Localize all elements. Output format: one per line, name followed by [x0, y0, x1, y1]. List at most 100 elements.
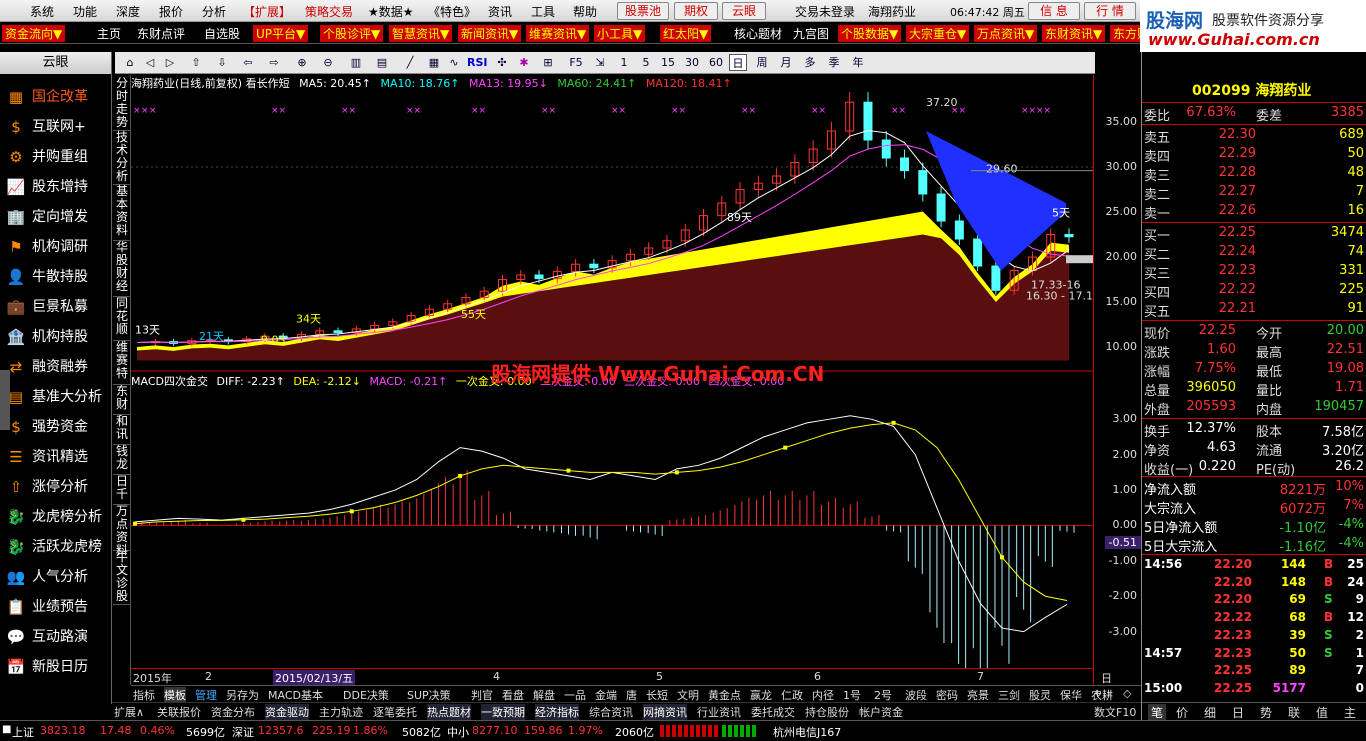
period-multi[interactable]: 多: [801, 54, 819, 71]
login-status[interactable]: 交易未登录: [795, 3, 855, 20]
indicator-tab-7[interactable]: SUP决策: [407, 687, 451, 703]
sidebar-item-14[interactable]: ⇧ 涨停分析: [6, 474, 110, 500]
quote-tab-6[interactable]: 联: [1288, 704, 1300, 721]
vtab-4[interactable]: 华股财经: [113, 241, 131, 297]
period-5min[interactable]: 5: [637, 54, 655, 71]
indicator-tab-16[interactable]: 黄金点: [708, 687, 741, 703]
weisai-news-dropdown[interactable]: 维赛资讯▼: [526, 25, 590, 42]
sidebar-item-8[interactable]: 💼 巨景私募: [6, 294, 110, 320]
vtab-9[interactable]: 钱龙: [113, 445, 131, 475]
period-60min[interactable]: 60: [707, 54, 725, 71]
ext-tab-12[interactable]: 行业资讯: [697, 704, 741, 720]
quote-tab-5[interactable]: 势: [1260, 704, 1272, 721]
indicator-tab-17[interactable]: 赢龙: [750, 687, 772, 703]
eastmoney-review-link[interactable]: 东财点评: [137, 25, 185, 42]
indicator-tab-27[interactable]: 保华: [1060, 687, 1082, 703]
period-year[interactable]: 年: [849, 54, 867, 71]
f5-icon[interactable]: F5: [567, 54, 585, 71]
sidebar-item-17[interactable]: 👥 人气分析: [6, 564, 110, 590]
chart-area[interactable]: 海翔药业(日线,前复权) 看长作短 MA5: 20.45↑ MA10: 18.7…: [131, 75, 1093, 685]
ext-tab-2[interactable]: 关联报价: [157, 704, 201, 720]
sidebar-item-12[interactable]: $ 强势资金: [6, 414, 110, 440]
vtab-5[interactable]: 同花顺: [113, 297, 131, 341]
ext-tab-10[interactable]: 综合资讯: [589, 704, 633, 720]
back-icon[interactable]: ◁: [141, 54, 159, 71]
indicator-icon[interactable]: ▦: [425, 54, 443, 71]
indicator-tab-10[interactable]: 解盘: [533, 687, 555, 703]
vtab-10[interactable]: 日千: [113, 475, 131, 505]
sidebar-item-2[interactable]: $ 互联网+: [6, 114, 110, 140]
sidebar-item-18[interactable]: 📋 业绩预告: [6, 594, 110, 620]
tab-scroll-icon[interactable]: ◇: [1123, 687, 1131, 700]
period-month[interactable]: 月: [777, 54, 795, 71]
ext-tab-4[interactable]: 资金驱动: [265, 704, 309, 720]
ext-tab-8[interactable]: 一致预期: [481, 704, 525, 720]
home-link[interactable]: 主页: [97, 25, 121, 42]
menu-item-depth[interactable]: 深度: [116, 3, 140, 20]
home-icon[interactable]: ⌂: [121, 54, 139, 71]
period-week[interactable]: 周: [753, 54, 771, 71]
menu-item-data[interactable]: ★数据★: [368, 3, 414, 20]
ext-tab-7[interactable]: 热点题材: [427, 704, 471, 720]
indicator-tab-24[interactable]: 亮景: [967, 687, 989, 703]
ext-tab-5[interactable]: 主力轨迹: [319, 704, 363, 720]
vtab-1[interactable]: 分时走势: [113, 77, 131, 131]
quote-tab-3[interactable]: 细: [1204, 704, 1216, 721]
server-name[interactable]: 杭州电信J167: [773, 724, 841, 740]
arrow-right-icon[interactable]: ⇨: [265, 54, 283, 71]
arrow-up-icon[interactable]: ⇧: [187, 54, 205, 71]
stock-data-dropdown[interactable]: 个股数据▼: [838, 25, 902, 42]
cloud-eye-button[interactable]: 云眼: [722, 2, 766, 20]
sidebar-item-19[interactable]: 💬 互动路演: [6, 624, 110, 650]
ext-tab-13[interactable]: 委托成交: [751, 704, 795, 720]
menu-item-function[interactable]: 功能: [73, 3, 97, 20]
menu-item-help[interactable]: 帮助: [573, 3, 597, 20]
sidebar-item-15[interactable]: 🐉 龙虎榜分析: [6, 504, 110, 530]
vtab-2[interactable]: 技术分析: [113, 131, 131, 185]
sidebar-item-3[interactable]: ⚙ 并购重组: [6, 144, 110, 170]
red-sun-dropdown[interactable]: 红太阳▼: [660, 25, 712, 42]
stock-pool-button[interactable]: 股票池: [617, 2, 669, 20]
options-button[interactable]: 期权: [674, 2, 718, 20]
rsi-button[interactable]: RSI: [467, 54, 488, 71]
sidebar-item-6[interactable]: ⚑ 机构调研: [6, 234, 110, 260]
indicator-tab-12[interactable]: 金端: [595, 687, 617, 703]
menu-item-analysis[interactable]: 分析: [202, 3, 226, 20]
period-30min[interactable]: 30: [683, 54, 701, 71]
ext-tab-1[interactable]: 扩展∧: [114, 704, 144, 720]
wave-icon[interactable]: ∿: [445, 54, 463, 71]
menu-item-news[interactable]: 资讯: [488, 3, 512, 20]
period-day[interactable]: 日: [729, 54, 747, 71]
indicator-tab-22[interactable]: 波段: [905, 687, 927, 703]
indicator-tab-26[interactable]: 股灵: [1029, 687, 1051, 703]
indicator-tab-6[interactable]: DDE决策: [343, 687, 389, 703]
up-platform-dropdown[interactable]: UP平台▼: [253, 25, 309, 42]
zx-label[interactable]: 中小: [447, 724, 469, 740]
vtab-7[interactable]: 东财: [113, 385, 131, 415]
bar-icon[interactable]: ▤: [373, 54, 391, 71]
sidebar-item-5[interactable]: 🏢 定向增发: [6, 204, 110, 230]
quote-tab-2[interactable]: 价: [1176, 704, 1188, 721]
menu-item-system[interactable]: 系统: [30, 3, 54, 20]
sidebar-item-7[interactable]: 👤 牛散持股: [6, 264, 110, 290]
draw-line-icon[interactable]: ╱: [401, 54, 419, 71]
indicator-tab-3[interactable]: 管理: [195, 687, 217, 703]
sidebar-item-20[interactable]: 📅 新股日历: [6, 654, 110, 680]
menu-item-quote[interactable]: 报价: [159, 3, 183, 20]
menu-item-extend[interactable]: 【扩展】: [243, 3, 291, 20]
wandian-news-dropdown[interactable]: 万点资讯▼: [974, 25, 1038, 42]
indicator-tab-19[interactable]: 内径: [812, 687, 834, 703]
block-holding-dropdown[interactable]: 大宗重仓▼: [906, 25, 970, 42]
vtab-11[interactable]: 万点资料: [113, 505, 131, 557]
market-button[interactable]: 行 情: [1084, 2, 1136, 20]
sidebar-item-16[interactable]: 🐉 活跃龙虎榜: [6, 534, 110, 560]
export-icon[interactable]: ⇲: [591, 54, 609, 71]
menu-item-tools[interactable]: 工具: [531, 3, 555, 20]
indicator-tab-4[interactable]: 另存为: [226, 687, 259, 703]
indicator-tab-11[interactable]: 一品: [564, 687, 586, 703]
arrow-left-icon[interactable]: ⇦: [239, 54, 257, 71]
cross-icon[interactable]: ✣: [493, 54, 511, 71]
indicator-tab-21[interactable]: 2号: [874, 687, 892, 703]
sidebar-item-1[interactable]: ▦ 国企改革: [6, 84, 110, 110]
vtab-6[interactable]: 维赛特: [113, 341, 131, 385]
